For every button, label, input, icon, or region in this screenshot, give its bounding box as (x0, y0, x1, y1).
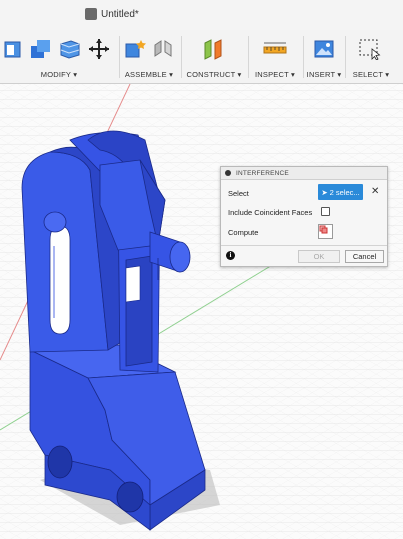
foot-hole (116, 481, 144, 513)
3d-viewport[interactable]: INTERFERENCE Select ➤ 2 selec... ✕ Inclu… (0, 84, 403, 539)
offset-plane-icon[interactable] (202, 38, 226, 60)
coincident-faces-label: Include Coincident Faces (228, 208, 313, 217)
cursor-arrow-icon: ➤ (321, 187, 328, 197)
dialog-title: INTERFERENCE (236, 169, 289, 177)
move-icon[interactable] (88, 38, 110, 60)
ok-button[interactable]: OK (298, 250, 340, 263)
insert-group: INSERT ▾ (304, 30, 344, 83)
dialog-footer: i OK Cancel (221, 245, 387, 266)
shell-icon[interactable] (58, 38, 82, 60)
interference-dialog: INTERFERENCE Select ➤ 2 selec... ✕ Inclu… (220, 166, 388, 267)
insert-menu[interactable]: INSERT ▾ (304, 70, 344, 79)
document-tab[interactable]: Untitled* (85, 8, 139, 20)
fillet-icon[interactable] (29, 38, 53, 60)
coincident-faces-checkbox[interactable] (321, 207, 330, 216)
clear-selection-icon[interactable]: ✕ (371, 186, 379, 197)
construct-group: CONSTRUCT ▾ (182, 30, 246, 83)
canvas-scene (0, 84, 403, 539)
compute-label: Compute (228, 228, 259, 237)
assemble-menu[interactable]: ASSEMBLE ▾ (120, 70, 178, 79)
selection-count: 2 selec... (329, 187, 360, 197)
inspect-menu[interactable]: INSPECT ▾ (249, 70, 301, 79)
toolbar: MODIFY ▾ ASSEMBLE ▾ CONSTRUCT ▾ INSPECT … (0, 30, 403, 84)
joint-icon[interactable] (152, 38, 174, 60)
inspect-group: INSPECT ▾ (249, 30, 301, 83)
window-select-icon[interactable] (358, 38, 382, 60)
press-pull-icon[interactable] (3, 38, 23, 60)
measure-icon[interactable] (262, 38, 288, 60)
info-icon[interactable]: i (226, 251, 235, 260)
document-cube-icon (85, 8, 97, 20)
assemble-group: ASSEMBLE ▾ (120, 30, 178, 83)
new-component-icon[interactable] (124, 38, 148, 60)
title-bar: Untitled* (0, 0, 403, 30)
modify-group: MODIFY ▾ (0, 30, 118, 83)
select-label: Select (228, 189, 249, 198)
select-menu[interactable]: SELECT ▾ (346, 70, 396, 79)
document-title: Untitled* (101, 8, 139, 20)
dialog-header[interactable]: INTERFERENCE (221, 167, 387, 180)
collapse-icon[interactable] (225, 170, 231, 176)
construct-menu[interactable]: CONSTRUCT ▾ (182, 70, 246, 79)
compute-button[interactable] (318, 224, 333, 239)
insert-image-icon[interactable] (313, 38, 335, 60)
select-group: SELECT ▾ (346, 30, 396, 83)
selection-button[interactable]: ➤ 2 selec... (318, 184, 363, 200)
cancel-button[interactable]: Cancel (345, 250, 384, 263)
foot-hole (47, 445, 73, 479)
modify-menu[interactable]: MODIFY ▾ (0, 70, 118, 79)
compute-icon (319, 225, 328, 234)
